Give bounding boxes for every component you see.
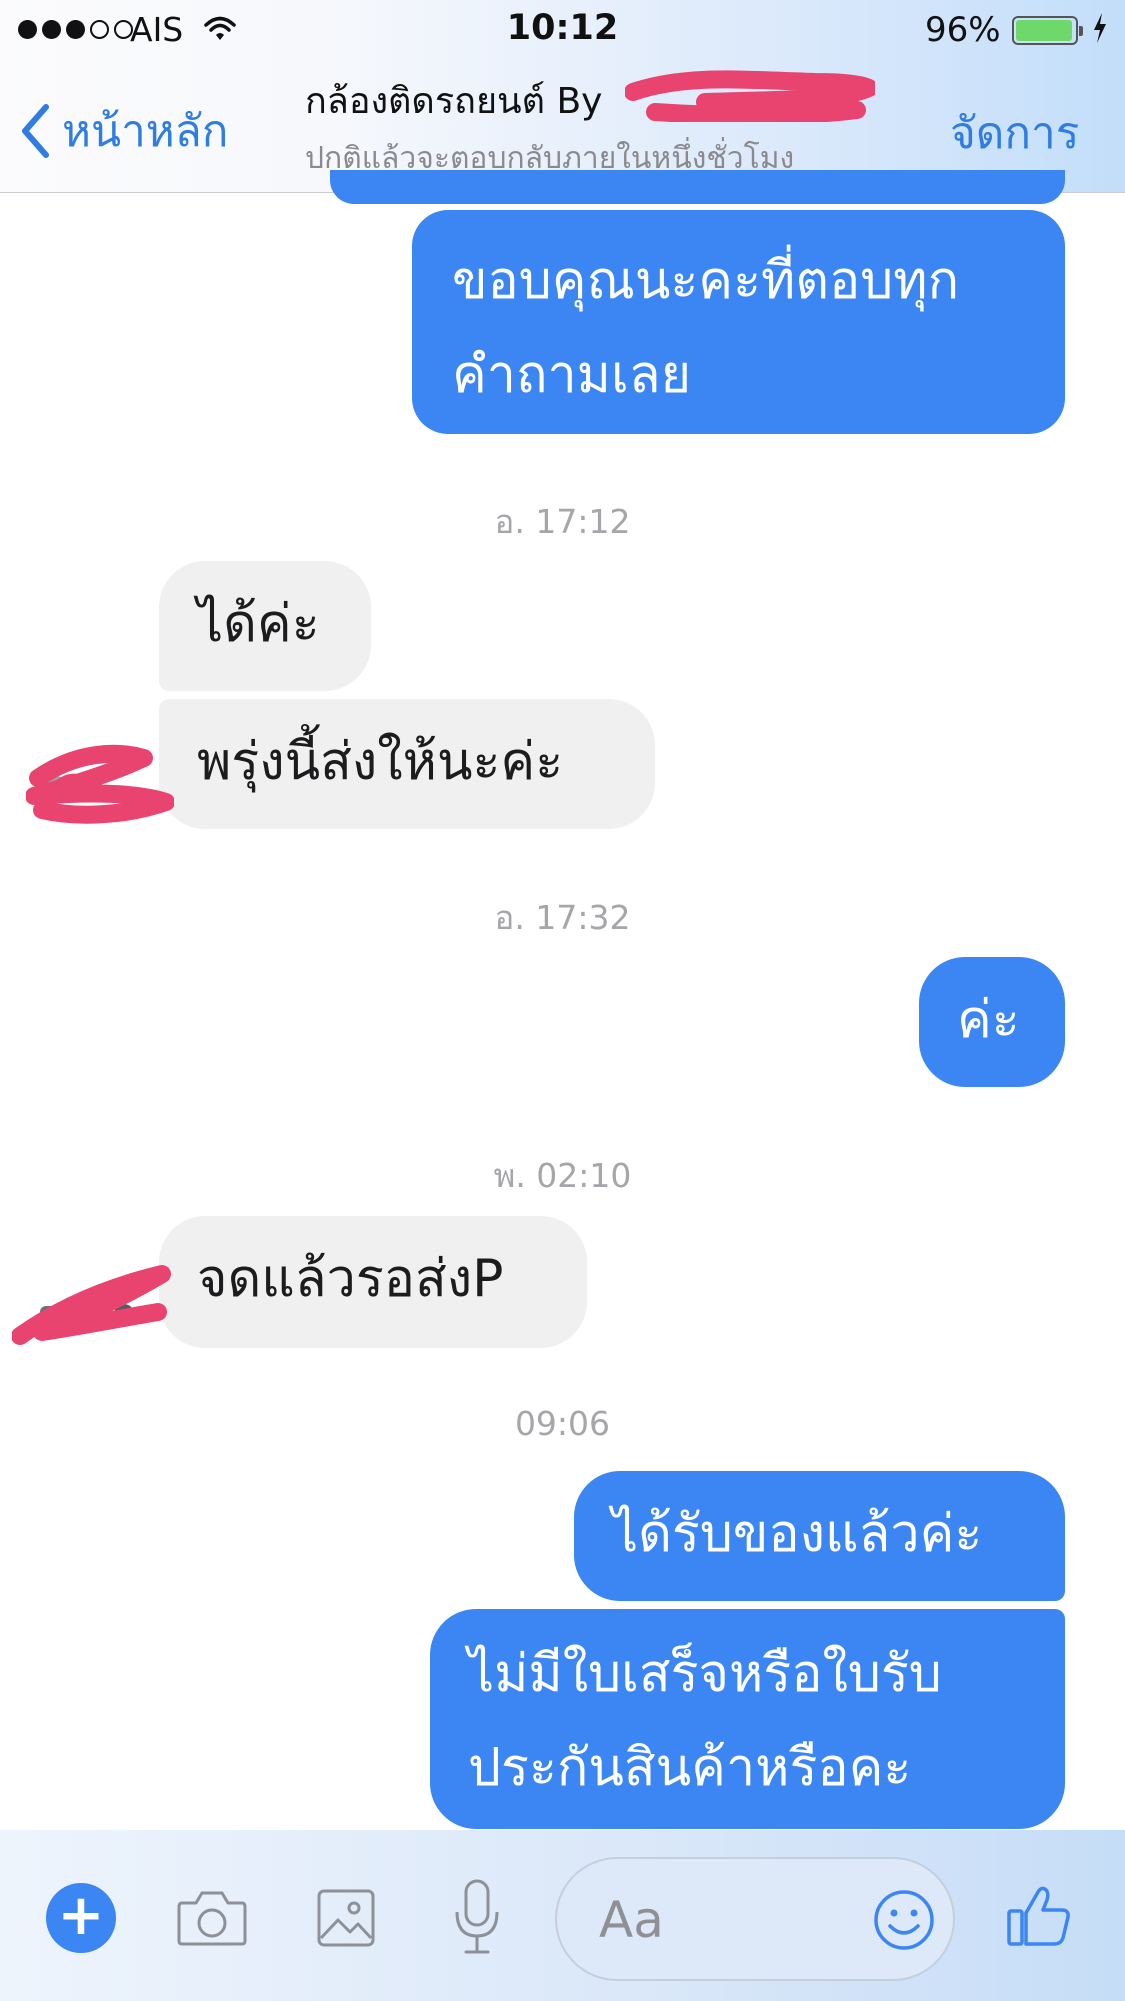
back-label: หน้าหลัก: [62, 106, 229, 157]
message-line: ได้รับของแล้วค่ะ: [612, 1504, 983, 1564]
outgoing-message[interactable]: ไม่มีใบเสร็จหรือใบรับ ประกันสินค้าหรือคะ: [430, 1609, 1065, 1829]
message-timestamp: อ. 17:12: [494, 502, 631, 541]
battery-fill: [1016, 20, 1072, 41]
charging-bolt-icon: [1092, 13, 1108, 47]
conversation-title-text: กล้องติดรถยนต์ By: [305, 81, 603, 122]
incoming-message[interactable]: ได้ค่ะ: [159, 561, 371, 691]
top-bar: AIS 10:12 96% หน้าหลัก กล้องติดรถยนต์ By: [0, 0, 1125, 193]
message-line: ค่ะ: [957, 990, 1020, 1050]
incoming-message[interactable]: จดแล้วรอส่งP: [159, 1216, 587, 1348]
sender-avatar-redacted: [12, 1265, 171, 1345]
photo-icon[interactable]: [316, 1888, 376, 1948]
message-line: ขอบคุณนะคะที่ตอบทุก: [452, 251, 960, 311]
status-bar: AIS 10:12 96%: [0, 0, 1125, 60]
thumbs-up-icon[interactable]: [1006, 1884, 1072, 1948]
incoming-message[interactable]: พรุ่งนี้ส่งให้นะค่ะ: [159, 699, 655, 829]
composer-bar: +: [0, 1830, 1125, 2001]
battery-percent: 96%: [925, 10, 1001, 50]
outgoing-message[interactable]: ได้รับของแล้วค่ะ: [574, 1471, 1065, 1601]
message-input[interactable]: [555, 1857, 955, 1981]
battery-icon: [1012, 16, 1083, 45]
message-line: จดแล้วรอส่งP: [197, 1249, 504, 1309]
chevron-left-icon: [22, 104, 49, 158]
previous-message-edge: [330, 170, 1065, 204]
manage-button[interactable]: จัดการ: [950, 98, 1079, 168]
sender-avatar-redacted: [26, 744, 174, 824]
message-timestamp: 09:06: [514, 1404, 611, 1443]
message-timestamp: พ. 02:10: [493, 1156, 632, 1195]
emoji-icon[interactable]: [872, 1888, 936, 1952]
message-line: ประกันสินค้าหรือคะ: [468, 1738, 912, 1798]
conversation-header[interactable]: กล้องติดรถยนต์ By ปกติแล้วจะตอบกลับภายใน…: [305, 70, 945, 182]
back-button[interactable]: หน้าหลัก: [20, 96, 228, 166]
message-line: ได้ค่ะ: [197, 594, 320, 654]
outgoing-message[interactable]: ขอบคุณนะคะที่ตอบทุก คำถามเลย: [412, 210, 1065, 434]
conversation-title: กล้องติดรถยนต์ By: [305, 70, 945, 129]
message-line: คำถามเลย: [452, 345, 692, 405]
camera-icon[interactable]: [176, 1887, 248, 1947]
message-timestamp: อ. 17:32: [494, 898, 631, 937]
microphone-icon[interactable]: [452, 1878, 502, 1956]
redaction-scribble: [625, 70, 875, 122]
message-text-field[interactable]: [597, 1881, 841, 1959]
plus-icon[interactable]: +: [46, 1883, 116, 1953]
outgoing-message[interactable]: ค่ะ: [919, 957, 1065, 1087]
message-line: ไม่มีใบเสร็จหรือใบรับ: [468, 1644, 942, 1704]
message-line: พรุ่งนี้ส่งให้นะค่ะ: [197, 732, 564, 792]
